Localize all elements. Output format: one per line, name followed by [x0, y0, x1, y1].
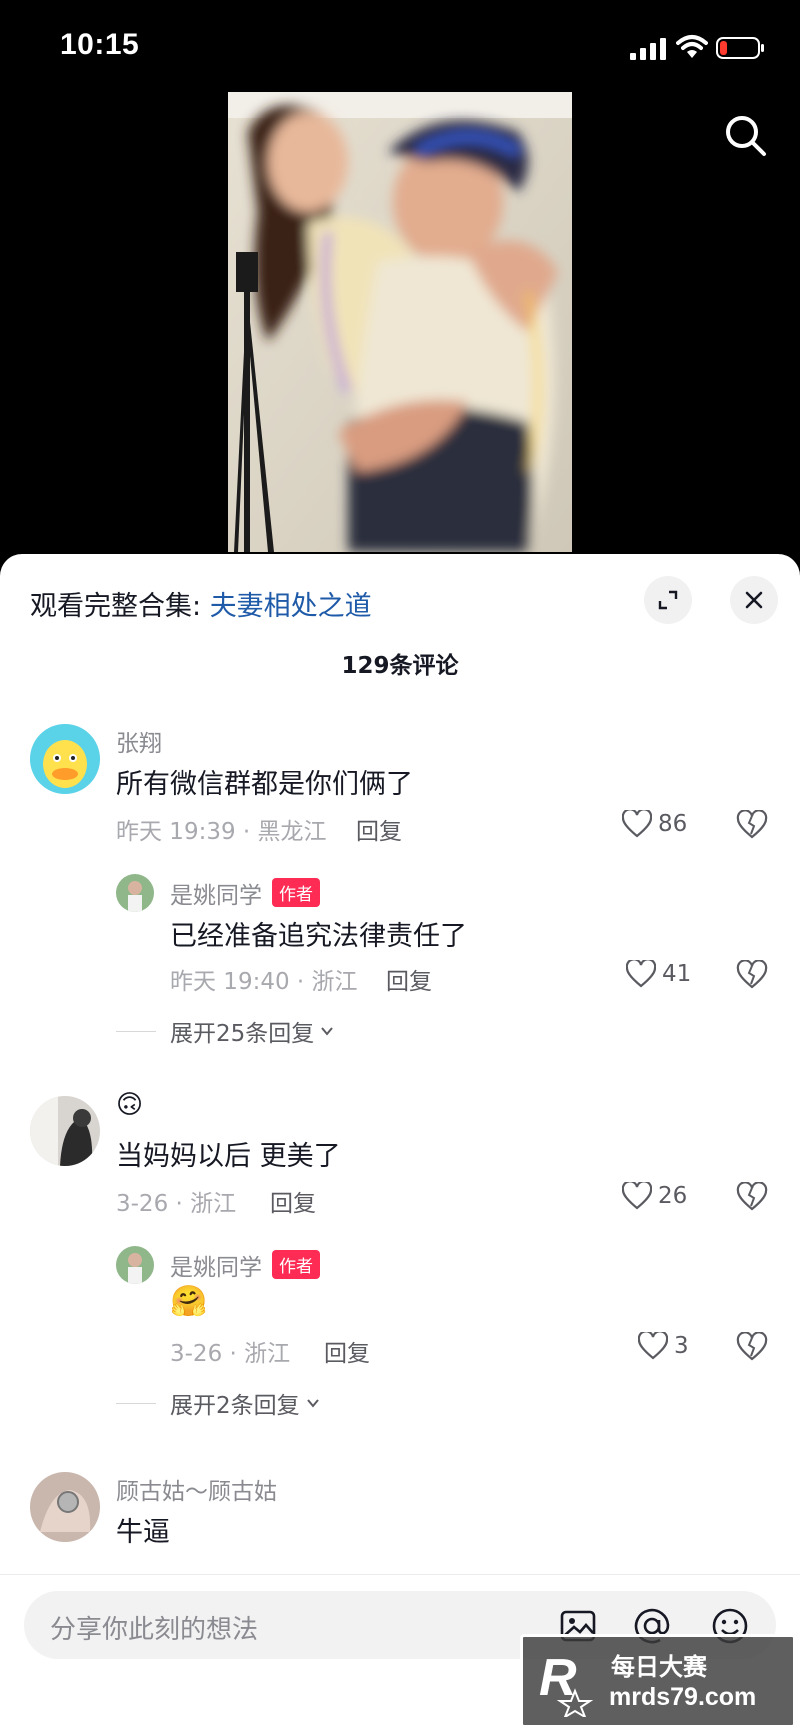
like-button[interactable]: 86: [622, 810, 687, 838]
comment-text: 所有微信群都是你们俩了: [116, 769, 413, 800]
comment-count: 129条评论: [341, 653, 459, 679]
reply-avatar[interactable]: [116, 1246, 154, 1284]
expand-replies-label: 展开25条回复: [170, 1021, 315, 1047]
comment-username[interactable]: 张翔: [116, 724, 162, 758]
reply-avatar[interactable]: [116, 874, 154, 912]
heart-icon: [622, 810, 652, 838]
reply-username-text: 是姚同学: [170, 1255, 262, 1281]
heart-icon: [638, 1332, 668, 1360]
chevron-down-icon: [306, 1399, 319, 1408]
watermark-title: 每日大赛: [611, 1653, 707, 1681]
search-icon[interactable]: [722, 112, 770, 160]
comment-username[interactable]: 顾古姑～顾古姑: [116, 1472, 277, 1506]
reply-username[interactable]: 是姚同学 作者: [170, 876, 320, 910]
comment-meta: 昨天 19:39 · 黑龙江: [116, 819, 327, 845]
status-time: 10:15: [60, 28, 140, 61]
reply-text: 已经准备追究法律责任了: [170, 921, 467, 952]
avatar[interactable]: [30, 1472, 100, 1542]
comment-username[interactable]: 🙃: [116, 1090, 143, 1120]
close-button[interactable]: [730, 576, 778, 624]
reply-button[interactable]: 回复: [356, 812, 402, 846]
comment-text: 当妈妈以后 更美了: [116, 1141, 341, 1172]
divider-line: [116, 1030, 156, 1032]
broken-heart-icon[interactable]: [736, 960, 768, 990]
watermark-url: mrds79.com: [609, 1683, 757, 1711]
expand-replies-button[interactable]: 展开25条回复: [116, 1014, 336, 1048]
reply-button[interactable]: 回复: [324, 1334, 370, 1368]
divider-line: [116, 1402, 156, 1404]
collection-prefix: 观看完整合集:: [30, 591, 210, 622]
expand-icon: [658, 590, 678, 610]
expand-button[interactable]: [644, 576, 692, 624]
wifi-icon: [676, 35, 708, 58]
heart-icon: [622, 1182, 652, 1210]
avatar[interactable]: [30, 724, 100, 794]
video-player[interactable]: [228, 92, 572, 552]
like-count: 86: [658, 811, 688, 837]
reply-meta: 3-26 · 浙江: [170, 1341, 291, 1367]
broken-heart-icon[interactable]: [736, 810, 768, 840]
close-icon: [745, 591, 763, 609]
like-button[interactable]: 3: [638, 1332, 689, 1360]
comment-meta: 3-26 · 浙江: [116, 1191, 237, 1217]
like-button[interactable]: 41: [626, 960, 691, 988]
collection-row: 观看完整合集: 夫妻相处之道: [30, 584, 372, 623]
collection-link[interactable]: 夫妻相处之道: [210, 591, 372, 622]
reply-button[interactable]: 回复: [270, 1184, 316, 1218]
like-count: 3: [674, 1333, 689, 1359]
input-placeholder: 分享你此刻的想法: [50, 1615, 259, 1645]
like-count: 26: [658, 1183, 688, 1209]
reply-username[interactable]: 是姚同学 作者: [170, 1248, 320, 1282]
broken-heart-icon[interactable]: [736, 1332, 768, 1362]
like-button[interactable]: 26: [622, 1182, 687, 1210]
reply-meta: 昨天 19:40 · 浙江: [170, 969, 358, 995]
reply-username-text: 是姚同学: [170, 883, 262, 909]
heart-icon: [626, 960, 656, 988]
video-frame-image: [228, 92, 572, 552]
status-bar: 10:15: [0, 0, 800, 90]
like-count: 41: [662, 961, 692, 987]
expand-replies-label: 展开2条回复: [170, 1393, 300, 1419]
watermark-logo: R: [539, 1649, 594, 1717]
author-badge: 作者: [272, 878, 320, 907]
reply-button[interactable]: 回复: [386, 962, 432, 996]
watermark: R 每日大赛 mrds79.com: [520, 1634, 796, 1728]
broken-heart-icon[interactable]: [736, 1182, 768, 1212]
signal-icon: [630, 38, 666, 60]
chevron-down-icon: [321, 1027, 334, 1036]
comment-panel: 观看完整合集: 夫妻相处之道 129条评论 张翔 所有微信群都是你们俩了 昨天 …: [0, 554, 800, 1732]
battery-icon: [716, 37, 764, 59]
avatar[interactable]: [30, 1096, 100, 1166]
expand-replies-button[interactable]: 展开2条回复: [116, 1386, 322, 1420]
comment-text: 牛逼: [116, 1517, 170, 1548]
author-badge: 作者: [272, 1250, 320, 1279]
reply-text: 🤗: [170, 1284, 208, 1319]
